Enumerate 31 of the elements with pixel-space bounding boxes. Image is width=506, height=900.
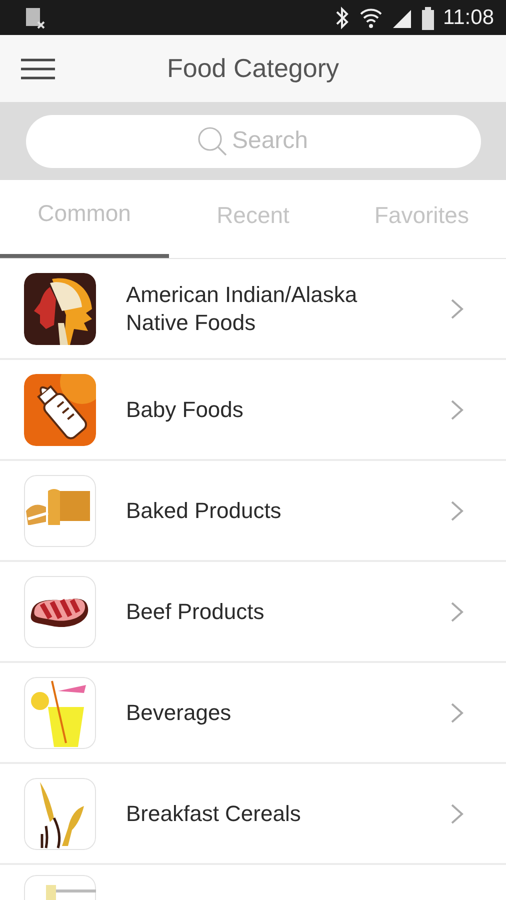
category-name: American Indian/Alaska Native Foods — [126, 280, 358, 336]
category-row[interactable]: Baby Foods — [0, 360, 506, 461]
menu-icon[interactable] — [21, 58, 55, 80]
chevron-right-icon — [450, 600, 464, 622]
category-row[interactable]: Beverages — [0, 663, 506, 764]
chevron-right-icon — [450, 802, 464, 824]
category-name: Beverages — [126, 698, 232, 726]
search-field[interactable]: Search — [26, 114, 480, 168]
cocktail-icon — [24, 676, 96, 748]
battery-icon — [421, 6, 435, 30]
chevron-right-icon — [450, 500, 464, 522]
wheat-icon — [24, 778, 96, 850]
sim-card-icon — [24, 6, 46, 30]
chevron-right-icon — [450, 702, 464, 724]
search-icon — [196, 124, 228, 156]
chevron-right-icon — [450, 298, 464, 320]
screen-title: Food Category — [167, 53, 339, 83]
category-name: Baby Foods — [126, 396, 244, 424]
clock-time: 11:08 — [443, 6, 494, 30]
category-row[interactable]: American Indian/Alaska Native Foods — [0, 259, 506, 360]
category-name: Breakfast Cereals — [126, 800, 302, 828]
steak-icon — [24, 576, 96, 648]
bread-loaf-icon — [24, 474, 96, 546]
chevron-right-icon — [450, 398, 464, 420]
category-row[interactable]: Breakfast Cereals — [0, 764, 506, 865]
baby-bottle-icon — [24, 374, 96, 446]
headdress-icon — [24, 272, 96, 344]
category-row[interactable]: Beef Products — [0, 562, 506, 663]
category-name: Beef Products — [126, 598, 266, 626]
category-row[interactable]: Baked Products — [0, 461, 506, 562]
category-name: Baked Products — [126, 496, 282, 524]
